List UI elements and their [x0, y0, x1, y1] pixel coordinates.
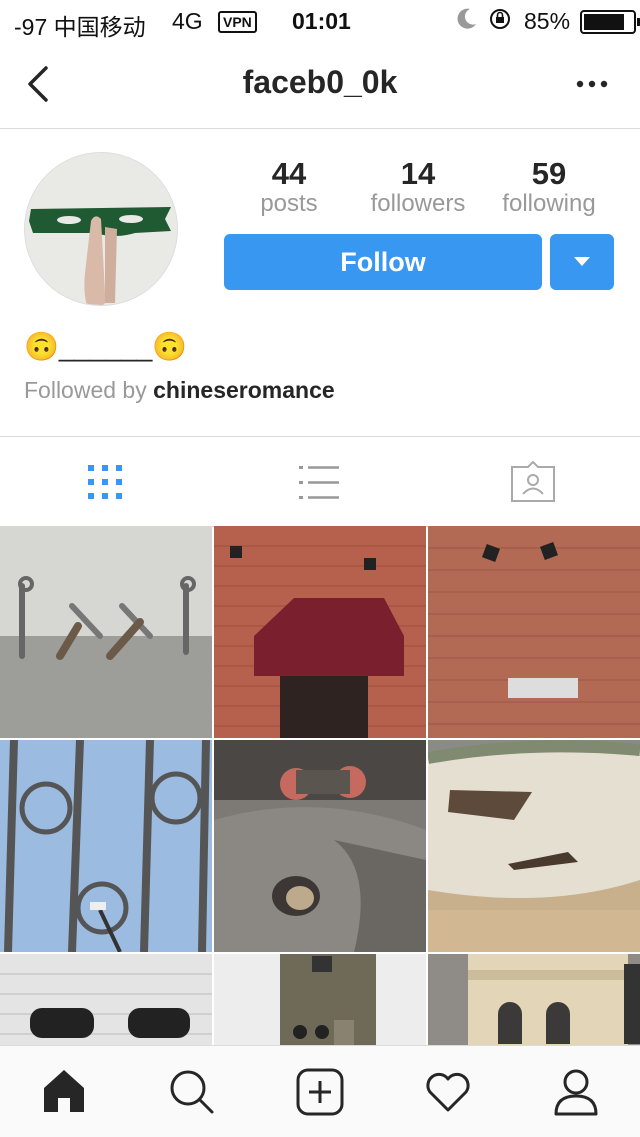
posts-count: 44: [271, 156, 307, 191]
photo-grid: [0, 526, 640, 1045]
tab-tagged[interactable]: [510, 460, 556, 503]
stat-following[interactable]: 59 following: [489, 156, 609, 218]
more-options-button[interactable]: [572, 72, 612, 96]
grid-photo[interactable]: [214, 526, 426, 738]
posts-label: posts: [260, 190, 318, 217]
battery-icon: [580, 10, 640, 34]
following-count: 59: [531, 156, 567, 191]
tagged-icon: [511, 460, 555, 502]
battery-label: 85%: [524, 8, 571, 34]
suggested-users-button[interactable]: [550, 234, 614, 290]
profile-view-tabs: [0, 436, 640, 527]
vpn-badge: VPN: [218, 11, 257, 33]
status-bar: -97 中国移动 4G VPN 01:01 85%: [0, 0, 640, 40]
grid-photo[interactable]: [428, 526, 640, 738]
activity-heart-icon: [426, 1072, 470, 1112]
following-label: following: [502, 190, 596, 217]
grid-photo[interactable]: [0, 954, 212, 1045]
bottom-tab-bar: [0, 1045, 640, 1137]
follow-button[interactable]: Follow: [224, 234, 542, 290]
tab-profile[interactable]: [552, 1068, 600, 1116]
profile-header: faceb0_0k: [0, 40, 640, 129]
grid-photo[interactable]: [0, 526, 212, 738]
tab-activity[interactable]: [424, 1070, 472, 1114]
grid-photo[interactable]: [214, 954, 426, 1045]
profile-bio: 🙃______🙃: [24, 331, 188, 362]
carrier-label: -97 中国移动: [14, 14, 146, 40]
followed-by-text: Followed by chineseromance: [24, 377, 335, 404]
more-horizontal-icon: [576, 80, 608, 88]
orientation-lock-icon: [488, 7, 512, 37]
tab-home[interactable]: [40, 1068, 88, 1114]
moon-icon: [456, 6, 478, 36]
grid-photo[interactable]: [0, 740, 212, 952]
grid-icon: [88, 465, 122, 499]
add-post-icon: [296, 1068, 344, 1116]
profile-icon: [554, 1069, 598, 1116]
followers-count: 14: [400, 156, 436, 191]
clock: 01:01: [292, 8, 351, 34]
search-icon: [170, 1070, 214, 1114]
tab-new-post[interactable]: [296, 1068, 344, 1116]
stat-posts: 44 posts: [229, 156, 349, 218]
grid-photo[interactable]: [428, 740, 640, 952]
avatar[interactable]: [24, 152, 178, 306]
grid-photo[interactable]: [428, 954, 640, 1045]
tab-search[interactable]: [168, 1068, 216, 1116]
followers-label: followers: [370, 190, 466, 217]
home-icon: [44, 1070, 84, 1112]
network-label: 4G: [172, 8, 203, 34]
tab-list[interactable]: [299, 465, 339, 501]
stat-followers[interactable]: 14 followers: [358, 156, 478, 218]
list-icon: [299, 466, 339, 499]
page-title: faceb0_0k: [242, 64, 398, 100]
tab-grid[interactable]: [88, 465, 124, 501]
grid-photo[interactable]: [214, 740, 426, 952]
triangle-down-icon: [574, 257, 590, 266]
followed-by-prefix: Followed by: [24, 377, 147, 403]
followed-by-user[interactable]: chineseromance: [153, 377, 335, 403]
